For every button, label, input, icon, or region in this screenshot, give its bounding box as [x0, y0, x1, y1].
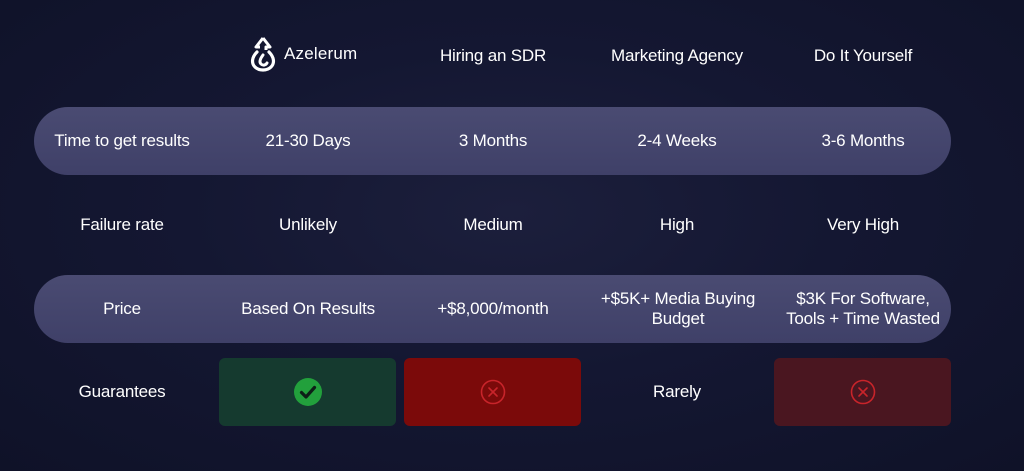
- guarantee-azelerum-box: [219, 358, 396, 426]
- price-diy-line1: $3K For Software,: [796, 289, 930, 308]
- failure-agency: High: [659, 215, 695, 234]
- x-circle-icon: [849, 378, 877, 406]
- failure-sdr: Medium: [463, 215, 523, 234]
- price-agency: +$5K+ Media Buying Budget: [588, 275, 768, 343]
- price-agency-line1: +$5K+ Media Buying: [600, 289, 756, 308]
- header-hiring-sdr: Hiring an SDR: [439, 46, 547, 65]
- brand-name: Azelerum: [284, 44, 358, 63]
- row-label-guarantees: Guarantees: [78, 382, 166, 401]
- time-diy: 3-6 Months: [821, 131, 905, 150]
- brand-logo: Azelerum: [248, 34, 357, 74]
- x-circle-icon: [479, 378, 507, 406]
- price-sdr: +$8,000/month: [437, 299, 549, 318]
- time-agency: 2-4 Weeks: [637, 131, 717, 150]
- guarantee-diy-box: [774, 358, 951, 426]
- guarantee-sdr-box: [404, 358, 581, 426]
- failure-azelerum: Unlikely: [279, 215, 337, 234]
- failure-diy: Very High: [827, 215, 899, 234]
- check-circle-icon: [293, 377, 323, 407]
- header-do-it-yourself: Do It Yourself: [813, 46, 913, 65]
- price-agency-line2: Budget: [651, 309, 705, 328]
- price-diy-line2: Tools + Time Wasted: [786, 309, 940, 328]
- time-azelerum: 21-30 Days: [265, 131, 351, 150]
- row-label-price: Price: [103, 299, 141, 318]
- time-sdr: 3 Months: [458, 131, 528, 150]
- row-label-failure: Failure rate: [80, 215, 164, 234]
- guarantee-agency: Rarely: [653, 382, 701, 401]
- price-azelerum: Based On Results: [241, 299, 375, 318]
- header-marketing-agency: Marketing Agency: [611, 46, 743, 65]
- azelerum-drop-arrow-icon: [248, 35, 278, 73]
- row-label-time: Time to get results: [54, 131, 190, 150]
- price-diy: $3K For Software, Tools + Time Wasted: [772, 275, 954, 343]
